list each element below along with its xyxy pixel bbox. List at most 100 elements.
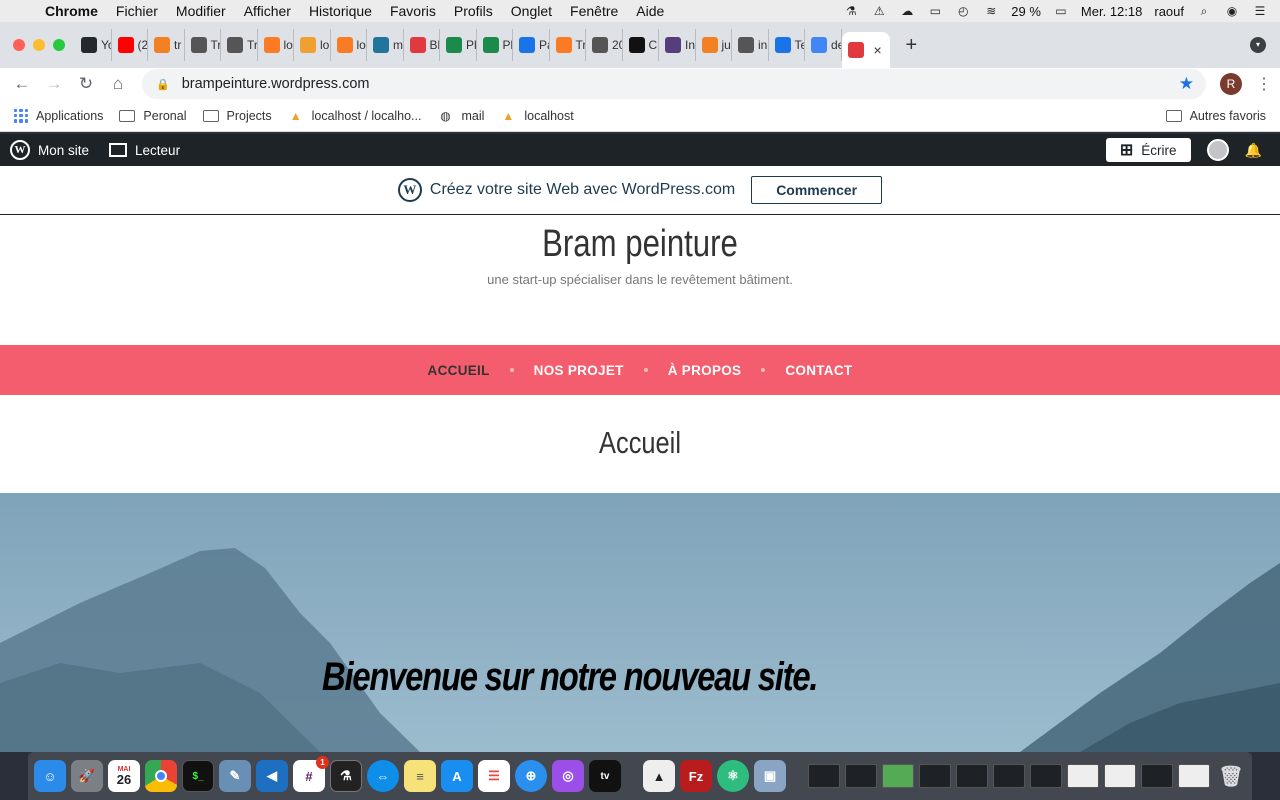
site-title[interactable]: Bram peinture <box>115 223 1165 266</box>
menu-historique[interactable]: Historique <box>300 3 381 19</box>
reader-link[interactable]: Lecteur <box>99 143 190 158</box>
notifications-bell-icon[interactable]: 🔔 <box>1245 142 1262 159</box>
new-tab-button[interactable]: + <box>906 34 918 57</box>
browser-tab[interactable]: Pl <box>477 29 513 61</box>
menu-modifier[interactable]: Modifier <box>167 3 235 19</box>
bookmark-applications[interactable]: Applications <box>0 108 111 123</box>
slack-icon[interactable]: # 1 <box>293 756 329 792</box>
minimized-window[interactable] <box>1067 764 1099 788</box>
time-machine-icon[interactable]: ◴ <box>955 4 971 18</box>
browser-tab[interactable]: Bl <box>404 29 440 61</box>
vscode-icon[interactable]: ◀ <box>256 760 288 792</box>
browser-tab[interactable]: Tr <box>221 29 258 61</box>
forward-button[interactable]: → <box>38 74 70 94</box>
chrome-icon[interactable] <box>145 760 177 792</box>
chrome-menu-icon[interactable]: ⋮ <box>1256 74 1272 94</box>
wifi-icon[interactable]: ≋ <box>983 4 999 18</box>
bookmark-folder-projects[interactable]: Projects <box>195 109 280 123</box>
terminal-icon[interactable]: $_ <box>182 760 214 792</box>
notes-icon[interactable]: ≡ <box>404 760 436 792</box>
minimize-window-button[interactable] <box>33 39 45 51</box>
start-button[interactable]: Commencer <box>751 176 883 204</box>
teamviewer-icon[interactable]: ⇔ <box>367 760 399 792</box>
menu-fichier[interactable]: Fichier <box>107 3 167 19</box>
minimized-window[interactable] <box>956 764 988 788</box>
back-button[interactable]: ← <box>6 74 38 94</box>
minimized-window[interactable] <box>808 764 840 788</box>
menu-app-name[interactable]: Chrome <box>36 3 107 19</box>
calendar-icon[interactable]: MAI 26 <box>108 760 140 792</box>
bookmark-star-icon[interactable]: ★ <box>1179 74 1194 94</box>
browser-tab[interactable]: Yo <box>75 29 112 61</box>
minimized-window[interactable] <box>1030 764 1062 788</box>
banner-message[interactable]: W Créez votre site Web avec WordPress.co… <box>397 178 735 202</box>
battery-percent[interactable]: 29 % <box>1011 4 1041 19</box>
browser-tab[interactable]: Tr <box>185 29 221 61</box>
finder-icon[interactable]: ☺ <box>34 760 66 792</box>
minimized-window[interactable] <box>993 764 1025 788</box>
nav-a-propos[interactable]: À PROPOS <box>648 363 762 378</box>
menubar-user[interactable]: raouf <box>1154 4 1184 19</box>
menu-afficher[interactable]: Afficher <box>235 3 300 19</box>
browser-tab[interactable]: Pl <box>440 29 477 61</box>
home-button[interactable]: ⌂ <box>102 74 134 94</box>
fullscreen-window-button[interactable] <box>53 39 65 51</box>
apple-tv-icon[interactable]: tv <box>589 760 621 792</box>
tab-search-icon[interactable]: ▾ <box>1250 37 1266 53</box>
user-avatar[interactable] <box>1206 139 1229 161</box>
bookmark-phpmyadmin[interactable]: ▲ localhost / localho... <box>280 109 430 123</box>
lock-icon[interactable]: 🔒 <box>156 78 170 91</box>
browser-tab[interactable]: Pa <box>513 29 550 61</box>
nav-accueil[interactable]: ACCUEIL <box>408 363 510 378</box>
browser-tab[interactable]: (2 <box>112 29 148 61</box>
browser-tab[interactable]: lo <box>294 29 331 61</box>
cloud-icon[interactable]: ☁ <box>899 4 915 18</box>
menu-favoris[interactable]: Favoris <box>381 3 445 19</box>
flask-app-icon[interactable]: ⚗ <box>330 760 362 792</box>
nav-contact[interactable]: CONTACT <box>765 363 872 378</box>
minimized-window[interactable] <box>919 764 951 788</box>
browser-tab[interactable]: in <box>732 29 769 61</box>
launchpad-icon[interactable]: 🚀 <box>71 760 103 792</box>
image-capture-icon[interactable]: ▣ <box>754 760 786 792</box>
menubar-clock[interactable]: Mer. 12:18 <box>1081 4 1142 19</box>
my-site-link[interactable]: W Mon site <box>0 140 99 160</box>
reminders-icon[interactable]: ☰ <box>478 760 510 792</box>
menu-aide[interactable]: Aide <box>627 3 673 19</box>
menu-onglet[interactable]: Onglet <box>502 3 561 19</box>
battery-icon[interactable]: ▭ <box>1053 4 1069 18</box>
browser-tab[interactable]: C <box>623 29 659 61</box>
notification-center-icon[interactable]: ☰ <box>1252 4 1268 18</box>
filezilla-icon[interactable]: Fz <box>680 760 712 792</box>
address-bar[interactable]: 🔒 brampeinture.wordpress.com ★ <box>142 69 1206 99</box>
browser-tab[interactable]: In <box>659 29 696 61</box>
spotlight-search-icon[interactable]: ⌕ <box>1196 4 1212 18</box>
reload-button[interactable]: ↻ <box>70 74 102 94</box>
browser-tab[interactable]: m <box>367 29 404 61</box>
browser-tab[interactable]: lo <box>331 29 367 61</box>
profile-avatar[interactable]: R <box>1220 73 1242 95</box>
menu-fenetre[interactable]: Fenêtre <box>561 3 627 19</box>
url-text[interactable]: brampeinture.wordpress.com <box>182 76 370 92</box>
browser-tab[interactable]: × <box>841 32 890 68</box>
flask-icon[interactable]: ⚗ <box>843 4 859 18</box>
warning-icon[interactable]: ⚠ <box>871 4 887 18</box>
write-button[interactable]: ⊞ Écrire <box>1105 138 1191 162</box>
preview-icon[interactable]: ✎ <box>219 760 251 792</box>
trash-icon[interactable]: 🗑 <box>1215 760 1247 792</box>
bookmark-folder-peronal[interactable]: Peronal <box>111 109 194 123</box>
minimized-window[interactable] <box>1178 764 1210 788</box>
app-store-icon[interactable]: A <box>441 760 473 792</box>
browser-tab[interactable]: lo <box>258 29 294 61</box>
minimized-window[interactable] <box>882 764 914 788</box>
bookmark-mail[interactable]: ◍ mail <box>429 109 492 123</box>
close-window-button[interactable] <box>13 39 25 51</box>
bookmark-other-favorites[interactable]: Autres favoris <box>1158 109 1280 123</box>
bookmark-localhost[interactable]: ▲ localhost <box>492 109 581 123</box>
safari-icon[interactable]: ⊕ <box>515 760 547 792</box>
browser-tab[interactable]: Te <box>769 29 805 61</box>
minimized-window[interactable] <box>845 764 877 788</box>
airplay-icon[interactable]: ▭ <box>927 4 943 18</box>
browser-tab[interactable]: Tr <box>550 29 586 61</box>
inkscape-icon[interactable]: ▲ <box>643 760 675 792</box>
